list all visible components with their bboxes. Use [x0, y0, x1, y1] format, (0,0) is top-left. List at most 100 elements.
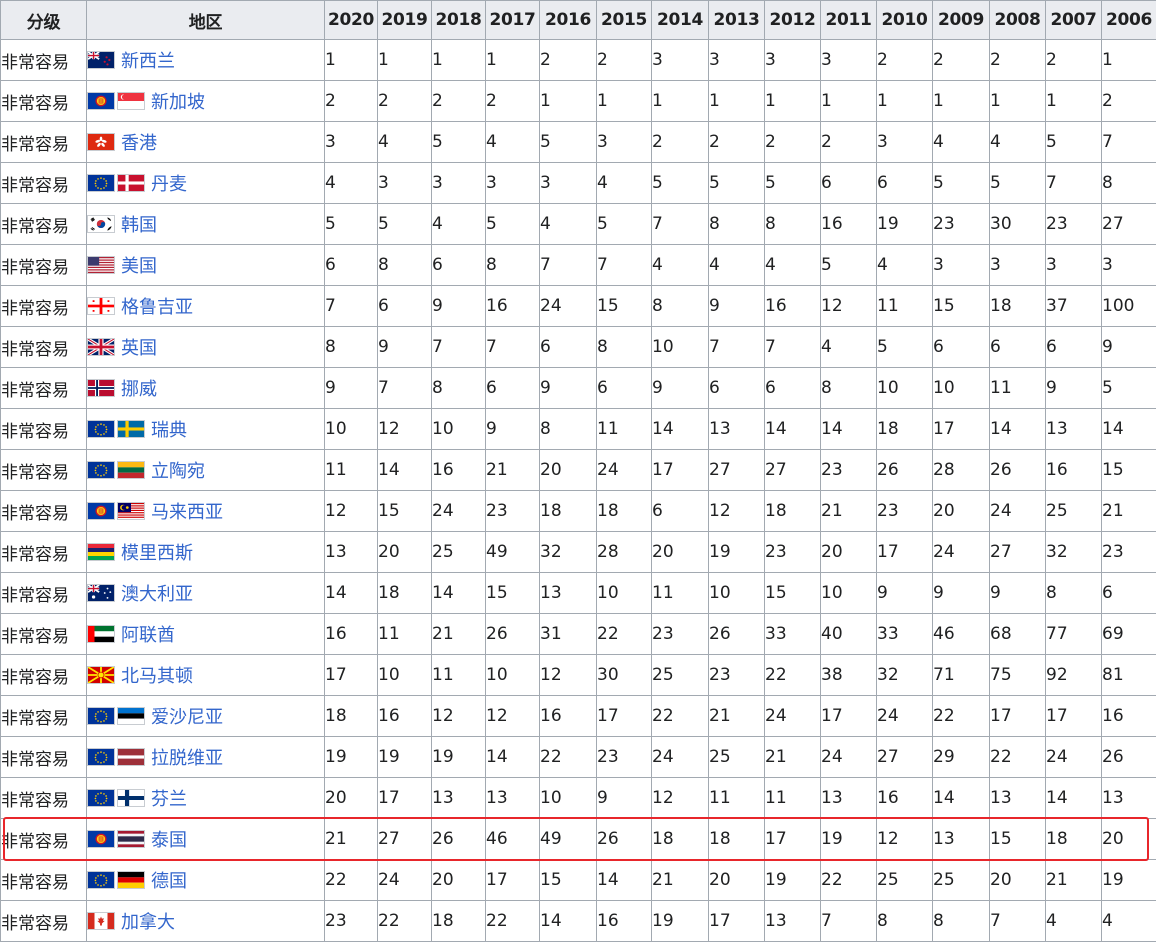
region-link[interactable]: 德国 — [151, 871, 187, 892]
header-year[interactable]: 2011 — [821, 1, 877, 40]
region-link[interactable]: 立陶宛 — [151, 461, 205, 482]
rank-cell: 8 — [933, 901, 990, 942]
header-year[interactable]: 2018 — [432, 1, 486, 40]
header-year[interactable]: 2015 — [597, 1, 652, 40]
rank-cell: 2 — [933, 40, 990, 81]
ease-of-business-ranking-table: 分级 地区 2020 2019 2018 2017 2016 2015 2014… — [0, 0, 1156, 942]
kr-flag-icon — [87, 215, 115, 233]
dk-flag-icon — [117, 174, 145, 192]
fi-flag-icon — [117, 789, 145, 807]
rank-cell: 16 — [325, 614, 378, 655]
region-link[interactable]: 阿联酋 — [121, 625, 175, 646]
rank-cell: 19 — [652, 901, 709, 942]
rank-cell: 49 — [540, 819, 597, 860]
header-year[interactable]: 2019 — [378, 1, 432, 40]
header-year[interactable]: 2006 — [1102, 1, 1156, 40]
region-link[interactable]: 英国 — [121, 338, 157, 359]
rank-cell: 5 — [933, 163, 990, 204]
category-cell: 非常容易 — [1, 81, 87, 122]
region-cell: 瑞典 — [87, 409, 325, 450]
region-cell: 挪威 — [87, 368, 325, 409]
header-category[interactable]: 分级 — [1, 1, 87, 40]
rank-cell: 6 — [486, 368, 540, 409]
rank-cell: 18 — [990, 286, 1046, 327]
rank-cell: 27 — [1102, 204, 1156, 245]
rank-cell: 12 — [432, 696, 486, 737]
header-year[interactable]: 2020 — [325, 1, 378, 40]
rank-cell: 1 — [540, 81, 597, 122]
region-link[interactable]: 模里西斯 — [121, 543, 193, 564]
rank-cell: 7 — [821, 901, 877, 942]
ae-flag-icon — [87, 625, 115, 643]
rank-cell: 16 — [597, 901, 652, 942]
flag-group — [87, 911, 117, 931]
region-link[interactable]: 香港 — [121, 133, 157, 154]
region-link[interactable]: 拉脱维亚 — [151, 748, 223, 769]
header-year[interactable]: 2012 — [765, 1, 821, 40]
rank-cell: 4 — [540, 204, 597, 245]
rank-cell: 4 — [486, 122, 540, 163]
header-year[interactable]: 2017 — [486, 1, 540, 40]
rank-cell: 24 — [1046, 737, 1102, 778]
rank-cell: 1 — [1046, 81, 1102, 122]
region-link[interactable]: 北马其顿 — [121, 666, 193, 687]
rank-cell: 15 — [990, 819, 1046, 860]
rank-cell: 7 — [486, 327, 540, 368]
header-year[interactable]: 2008 — [990, 1, 1046, 40]
region-link[interactable]: 澳大利亚 — [121, 584, 193, 605]
rank-cell: 27 — [709, 450, 765, 491]
table-row: 非常容易新西兰111122333322221 — [1, 40, 1156, 81]
region-link[interactable]: 格鲁吉亚 — [121, 297, 193, 318]
rank-cell: 9 — [540, 368, 597, 409]
rank-cell: 9 — [933, 573, 990, 614]
rank-cell: 7 — [597, 245, 652, 286]
rank-cell: 7 — [652, 204, 709, 245]
region-link[interactable]: 瑞典 — [151, 420, 187, 441]
header-year[interactable]: 2009 — [933, 1, 990, 40]
rank-cell: 4 — [1102, 901, 1156, 942]
rank-cell: 17 — [765, 819, 821, 860]
region-link[interactable]: 芬兰 — [151, 789, 187, 810]
rank-cell: 9 — [652, 368, 709, 409]
region-link[interactable]: 挪威 — [121, 379, 157, 400]
rank-cell: 17 — [597, 696, 652, 737]
rank-cell: 22 — [597, 614, 652, 655]
region-link[interactable]: 爱沙尼亚 — [151, 707, 223, 728]
rank-cell: 38 — [821, 655, 877, 696]
rank-cell: 24 — [765, 696, 821, 737]
rank-cell: 3 — [597, 122, 652, 163]
header-year[interactable]: 2010 — [877, 1, 933, 40]
rank-cell: 6 — [877, 163, 933, 204]
region-link[interactable]: 泰国 — [151, 830, 187, 851]
rank-cell: 100 — [1102, 286, 1156, 327]
region-link[interactable]: 美国 — [121, 256, 157, 277]
rank-cell: 4 — [1046, 901, 1102, 942]
region-cell: 模里西斯 — [87, 532, 325, 573]
header-year[interactable]: 2014 — [652, 1, 709, 40]
region-link[interactable]: 新西兰 — [121, 51, 175, 72]
rank-cell: 12 — [652, 778, 709, 819]
rank-cell: 25 — [432, 532, 486, 573]
rank-cell: 1 — [597, 81, 652, 122]
flag-group — [87, 378, 117, 398]
region-link[interactable]: 马来西亚 — [151, 502, 223, 523]
rank-cell: 19 — [709, 532, 765, 573]
rank-cell: 10 — [378, 655, 432, 696]
rank-cell: 15 — [1102, 450, 1156, 491]
rank-cell: 13 — [432, 778, 486, 819]
rank-cell: 23 — [765, 532, 821, 573]
header-region[interactable]: 地区 — [87, 1, 325, 40]
rank-cell: 3 — [486, 163, 540, 204]
rank-cell: 9 — [378, 327, 432, 368]
region-link[interactable]: 加拿大 — [121, 912, 175, 933]
region-link[interactable]: 韩国 — [121, 215, 157, 236]
rank-cell: 22 — [821, 860, 877, 901]
region-link[interactable]: 丹麦 — [151, 174, 187, 195]
rank-cell: 32 — [540, 532, 597, 573]
header-year[interactable]: 2007 — [1046, 1, 1102, 40]
rank-cell: 27 — [378, 819, 432, 860]
region-link[interactable]: 新加坡 — [151, 92, 205, 113]
header-year[interactable]: 2016 — [540, 1, 597, 40]
category-cell: 非常容易 — [1, 368, 87, 409]
header-year[interactable]: 2013 — [709, 1, 765, 40]
